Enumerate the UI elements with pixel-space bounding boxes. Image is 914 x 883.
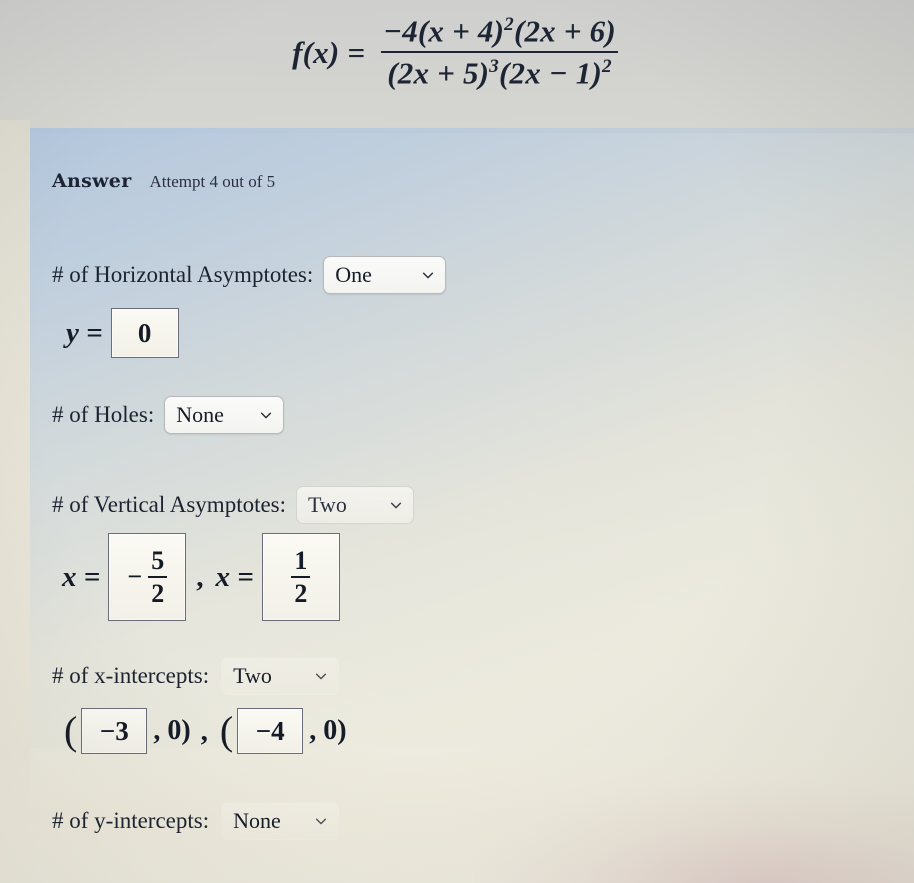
y-intercepts-select[interactable]: None — [221, 802, 340, 840]
y-intercepts-label: # of y-intercepts: — [52, 808, 210, 833]
vertical-values-separator: , — [196, 560, 204, 593]
numerator-factor-1: −4(x + 4) — [383, 13, 505, 49]
horizontal-asymptotes-value: One — [335, 261, 372, 287]
horizontal-asymptotes-row: # of Horizontal Asymptotes: One — [52, 256, 447, 294]
x-equals-label-2: x = — [215, 560, 254, 593]
horizontal-asymptote-input-value: 0 — [137, 317, 152, 348]
denominator-exponent-1: 3 — [489, 56, 499, 78]
denominator-factor-1: (2x + 5) — [387, 55, 490, 91]
holes-row: # of Holes: None — [52, 396, 285, 434]
vertical-asymptote-values-row: x = − 5 2 , x = 1 2 — [62, 533, 340, 621]
formula-denominator: (2x + 5)3(2x − 1)2 — [381, 51, 618, 91]
point-tail-1: , 0) — [153, 715, 191, 746]
y-intercepts-row: # of y-intercepts: None — [52, 802, 340, 840]
horizontal-asymptote-input[interactable]: 0 — [110, 308, 179, 358]
formula-equation: f(x) = −4(x + 4)2(2x + 6) (2x + 5)3(2x −… — [292, 13, 622, 91]
holes-value: None — [176, 401, 224, 427]
chevron-down-icon — [423, 272, 434, 278]
fraction-numerator-1: 5 — [151, 546, 165, 576]
screenshot-root: f(x) = −4(x + 4)2(2x + 6) (2x + 5)3(2x −… — [0, 0, 914, 883]
answer-header: Answer Attempt 4 out of 5 — [52, 170, 275, 192]
formula-lhs: f(x) = — [292, 34, 366, 70]
denominator-exponent-2: 2 — [602, 56, 612, 78]
point-open-paren-2: ( — [219, 708, 234, 753]
horizontal-asymptote-value-row: y = 0 — [66, 308, 179, 358]
chevron-down-icon — [316, 818, 327, 824]
numerator-exponent-1: 2 — [504, 14, 514, 35]
point-open-paren-1: ( — [64, 708, 78, 753]
attempt-counter: Attempt 4 out of 5 — [149, 172, 276, 191]
chevron-down-icon — [316, 673, 327, 679]
x-intercept-input-value-2: −4 — [255, 715, 285, 746]
vertical-asymptotes-select[interactable]: Two — [296, 486, 415, 524]
fraction-one-half: 1 2 — [291, 546, 311, 607]
holes-label: # of Holes: — [52, 402, 155, 427]
vertical-asymptotes-row: # of Vertical Asymptotes: Two — [52, 486, 415, 524]
vertical-asymptote-input-1[interactable]: − 5 2 — [108, 533, 187, 621]
vertical-asymptote-input-2[interactable]: 1 2 — [261, 533, 340, 621]
x-intercept-points-separator: , — [200, 714, 208, 747]
x-intercepts-row: # of x-intercepts: Two — [52, 657, 340, 695]
x-intercept-points-row: ( −3 , 0) , ( −4 , 0) — [64, 708, 347, 754]
answer-title: Answer — [52, 170, 132, 192]
x-intercept-input-2[interactable]: −4 — [237, 708, 304, 754]
x-intercepts-label: # of x-intercepts: — [52, 663, 210, 688]
fraction-denominator-2: 2 — [291, 575, 311, 607]
horizontal-asymptotes-select[interactable]: One — [323, 256, 447, 294]
denominator-factor-2: (2x − 1) — [498, 55, 603, 91]
chevron-down-icon — [261, 412, 272, 418]
vertical-asymptotes-label: # of Vertical Asymptotes: — [52, 492, 287, 517]
x-intercepts-value: Two — [233, 662, 272, 688]
point-tail-2: , 0) — [309, 715, 347, 746]
fraction-numerator-2: 1 — [294, 546, 308, 576]
fraction-stack-2: 1 2 — [291, 546, 311, 607]
numerator-factor-2: (2x + 6) — [513, 13, 616, 49]
fraction-sign-1: − — [127, 562, 143, 591]
vertical-asymptotes-value: Two — [308, 491, 347, 517]
x-equals-label-1: x = — [62, 560, 101, 593]
y-intercepts-value: None — [233, 807, 281, 833]
x-intercept-point-2: ( −4 , 0) — [220, 708, 347, 754]
holes-select[interactable]: None — [164, 396, 285, 434]
formula-fraction: −4(x + 4)2(2x + 6) (2x + 5)3(2x − 1)2 — [377, 13, 622, 91]
function-formula: f(x) = −4(x + 4)2(2x + 6) (2x + 5)3(2x −… — [0, 13, 914, 91]
horizontal-asymptotes-label: # of Horizontal Asymptotes: — [52, 262, 314, 287]
fraction-denominator-1: 2 — [148, 575, 168, 607]
x-intercept-input-value-1: −3 — [99, 715, 129, 746]
x-intercepts-select[interactable]: Two — [221, 657, 340, 695]
y-equals-label: y = — [66, 316, 103, 349]
fraction-negative-five-halves: − 5 2 — [127, 546, 168, 607]
x-intercept-point-1: ( −3 , 0) — [64, 708, 191, 754]
formula-numerator: −4(x + 4)2(2x + 6) — [377, 13, 622, 51]
fraction-stack-1: 5 2 — [148, 546, 168, 607]
x-intercept-input-1[interactable]: −3 — [81, 708, 148, 754]
chevron-down-icon — [390, 502, 402, 508]
